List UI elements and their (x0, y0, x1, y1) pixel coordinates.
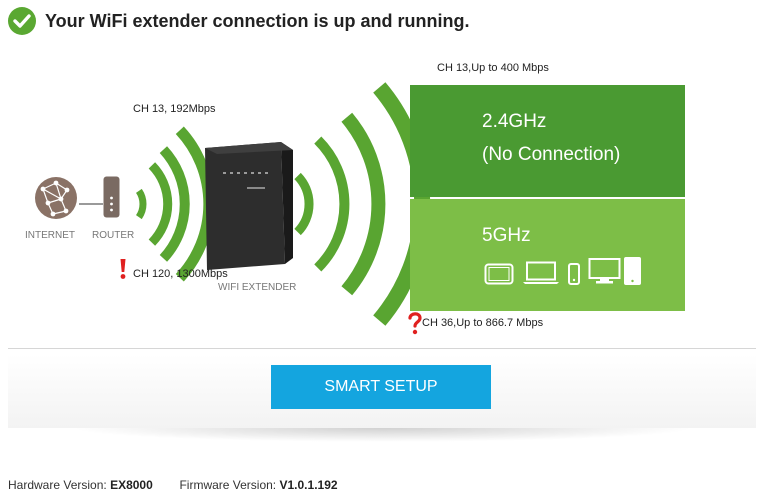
section-divider (8, 348, 756, 349)
connected-devices (484, 257, 642, 290)
band-24ghz-panel: 2.4GHz (No Connection) (410, 85, 685, 197)
firmware-version-label: Firmware Version: (179, 478, 277, 492)
question-icon (408, 311, 422, 335)
phone-icon (568, 263, 580, 290)
tablet-icon (484, 263, 514, 290)
page-title: Your WiFi extender connection is up and … (45, 10, 470, 31)
band-24ghz-name: 2.4GHz (482, 111, 547, 132)
check-icon (8, 7, 36, 35)
hardware-version-value: EX8000 (110, 478, 153, 492)
band-5ghz-name: 5GHz (482, 225, 531, 246)
firmware-version-value: V1.0.1.192 (279, 478, 338, 492)
version-footer: Hardware Version: EX8000 Firmware Versio… (8, 478, 338, 492)
band-24ghz-status: (No Connection) (482, 144, 621, 165)
smart-setup-button[interactable]: SMART SETUP (271, 365, 491, 409)
desktop-icon (588, 257, 642, 290)
status-header: Your WiFi extender connection is up and … (8, 6, 470, 36)
ext-link-24-label: CH 13,Up to 400 Mbps (437, 62, 549, 74)
connection-diagram: INTERNET ROUTER CH 13, 192Mbps CH 120, 1… (0, 50, 765, 350)
hardware-version-label: Hardware Version: (8, 478, 107, 492)
laptop-icon (522, 261, 560, 290)
setup-shadow (70, 428, 695, 442)
band-5ghz-panel: 5GHz (410, 199, 685, 311)
ext-link-5-label: CH 36,Up to 866.7 Mbps (422, 317, 544, 329)
